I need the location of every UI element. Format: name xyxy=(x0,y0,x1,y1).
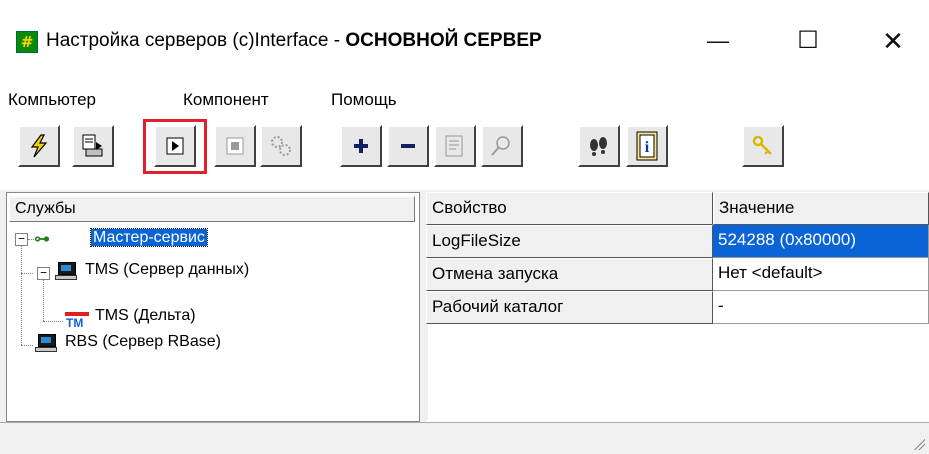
svg-text:i: i xyxy=(645,139,650,156)
tree-line xyxy=(43,275,44,321)
menu-bar: Компьютер Компонент Помощь xyxy=(0,86,929,116)
window-title: Настройка серверов (c)Interface - ОСНОВН… xyxy=(46,30,542,51)
menu-computer[interactable]: Компьютер xyxy=(8,90,96,110)
trace-button[interactable] xyxy=(578,125,620,167)
collapse-toggle[interactable]: − xyxy=(37,267,50,280)
minimize-button[interactable]: — xyxy=(695,24,741,58)
properties-button[interactable] xyxy=(434,125,476,167)
lightning-icon xyxy=(20,127,58,165)
property-value-cell[interactable]: - xyxy=(713,291,929,324)
stop-button[interactable] xyxy=(214,125,256,167)
menu-component[interactable]: Компонент xyxy=(183,90,269,110)
key-button[interactable] xyxy=(742,125,784,167)
status-bar xyxy=(0,422,929,454)
computer-icon xyxy=(35,334,57,352)
column-header-value[interactable]: Значение xyxy=(713,192,929,225)
collapse-toggle[interactable]: − xyxy=(15,233,28,246)
tree-item-rbs-server[interactable]: RBS (Сервер RBase) xyxy=(65,333,221,351)
services-panel: Службы − ⊶ Мастер-сервис − TMS (Сервер д… xyxy=(6,192,420,422)
resize-grip-icon[interactable] xyxy=(911,436,925,450)
property-value-cell[interactable]: Нет <default> xyxy=(713,258,929,291)
add-button[interactable] xyxy=(340,125,382,167)
network-icon: ⊶ xyxy=(34,229,50,248)
property-name-cell[interactable]: Отмена запуска xyxy=(426,258,713,291)
stop-icon xyxy=(216,127,254,165)
property-value-cell[interactable]: 524288 (0x80000) xyxy=(713,225,929,258)
minus-icon xyxy=(389,127,427,165)
column-header-property[interactable]: Свойство xyxy=(426,192,713,225)
info-icon: i xyxy=(628,127,666,165)
grid-edge xyxy=(426,324,428,420)
computer-icon xyxy=(55,262,77,280)
services-tree: − ⊶ Мастер-сервис − TMS (Сервер данных) … xyxy=(7,223,419,421)
tree-line xyxy=(21,273,33,274)
close-button[interactable]: ✕ xyxy=(870,24,916,58)
property-name-cell[interactable]: LogFileSize xyxy=(426,225,713,258)
property-name-cell[interactable]: Рабочий каталог xyxy=(426,291,713,324)
search-icon xyxy=(483,127,521,165)
properties-panel: Свойство Значение LogFileSize 524288 (0x… xyxy=(426,192,929,422)
find-button[interactable] xyxy=(481,125,523,167)
key-icon xyxy=(744,127,782,165)
tree-line xyxy=(43,321,63,322)
title-bar: # Настройка серверов (c)Interface - ОСНО… xyxy=(0,0,929,86)
application-window: # Настройка серверов (c)Interface - ОСНО… xyxy=(0,0,929,454)
services-button[interactable] xyxy=(260,125,302,167)
tree-item-tms-data-server[interactable]: TMS (Сервер данных) xyxy=(85,261,249,279)
connect-button[interactable] xyxy=(18,125,60,167)
plus-icon xyxy=(342,127,380,165)
properties-icon xyxy=(436,127,474,165)
info-button[interactable]: i xyxy=(626,125,668,167)
gears-icon xyxy=(262,127,300,165)
toolbar: i xyxy=(0,116,929,190)
tm-icon: TM xyxy=(65,311,91,330)
tree-line xyxy=(21,345,33,346)
export-button[interactable] xyxy=(72,125,114,167)
menu-help[interactable]: Помощь xyxy=(331,90,397,110)
remove-button[interactable] xyxy=(387,125,429,167)
maximize-button[interactable]: ☐ xyxy=(785,24,831,58)
tree-item-master-service[interactable]: Мастер-сервис xyxy=(90,228,208,247)
app-icon[interactable]: # xyxy=(16,31,38,53)
highlight-frame xyxy=(143,119,207,174)
tree-item-tms-delta[interactable]: TMS (Дельта) xyxy=(95,307,196,325)
footprints-icon xyxy=(580,127,618,165)
services-header[interactable]: Службы xyxy=(9,196,415,222)
tree-line xyxy=(21,245,22,345)
document-arrow-icon xyxy=(74,127,112,165)
